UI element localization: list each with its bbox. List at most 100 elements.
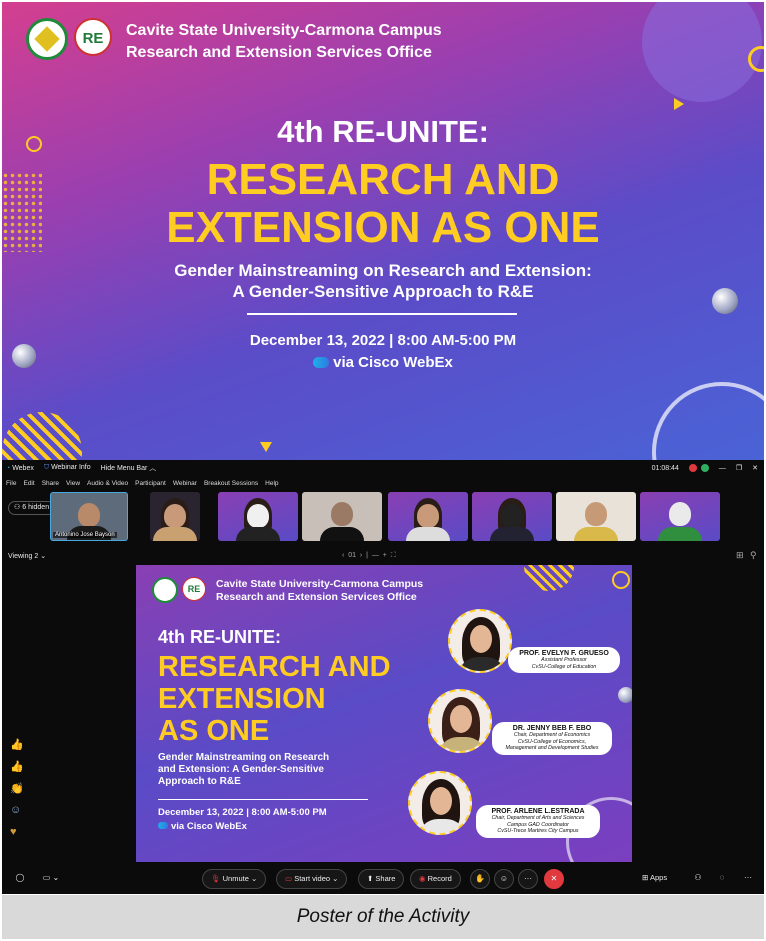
page-number[interactable]: 01 bbox=[348, 552, 356, 559]
more-panels-button[interactable]: ··· bbox=[738, 869, 758, 889]
search-icon[interactable]: ⚲ bbox=[750, 550, 757, 561]
chat-button[interactable]: ◌ bbox=[712, 869, 732, 889]
share-icon: ⬆ bbox=[367, 874, 374, 883]
record-button[interactable]: ◉ Record bbox=[410, 869, 461, 889]
participants-button[interactable]: ⚇ bbox=[688, 869, 708, 889]
poster-via-text: via Cisco WebEx bbox=[333, 354, 453, 371]
menu-edit[interactable]: Edit bbox=[23, 480, 34, 487]
university-logo bbox=[26, 18, 68, 60]
decor-stripes bbox=[2, 412, 82, 460]
heart-icon[interactable]: ♥ bbox=[10, 826, 26, 848]
video-off-icon: ▭ bbox=[285, 874, 293, 883]
apps-button[interactable]: ⊞ Apps bbox=[634, 869, 675, 889]
poster-divider bbox=[247, 313, 517, 315]
menu-participant[interactable]: Participant bbox=[135, 480, 166, 487]
meeting-timer: 01:08:44 bbox=[651, 464, 679, 472]
image-caption: Poster of the Activity bbox=[2, 895, 764, 939]
re-logo: RE bbox=[182, 577, 206, 601]
speaker-name: DR. JENNY BEB F. EBO bbox=[512, 725, 592, 732]
speaker-card: DR. JENNY BEB F. EBO Chair, Department o… bbox=[492, 722, 612, 755]
participant-strip: ⚇ 6 hidden Antonino Jose Bayson bbox=[2, 491, 764, 543]
raise-hand-button[interactable]: ✋ bbox=[470, 869, 490, 889]
app-name: Webex bbox=[12, 464, 34, 472]
smile-icon[interactable]: ☺ bbox=[10, 804, 26, 826]
more-options-button[interactable]: ··· bbox=[518, 869, 538, 889]
speaker-name: PROF. EVELYN F. GRUESO bbox=[519, 650, 609, 657]
menu-share[interactable]: Share bbox=[42, 480, 59, 487]
hide-menu-bar-button[interactable]: Hide Menu Bar ︿ bbox=[101, 463, 157, 473]
speaker-affiliation: CvSU-College of Education bbox=[531, 663, 597, 670]
viewing-selector[interactable]: Viewing 2 ⌄ bbox=[8, 552, 46, 560]
avatar bbox=[78, 503, 100, 527]
person-icon: ⚇ bbox=[14, 504, 21, 511]
leave-meeting-button[interactable]: ✕ bbox=[544, 869, 564, 889]
restore-button[interactable]: ❐ bbox=[736, 464, 742, 472]
participant-thumbnail[interactable] bbox=[556, 492, 636, 541]
webinar-info-button[interactable]: ⛉ Webinar Info bbox=[44, 464, 91, 472]
fullscreen-icon[interactable]: ⛶ bbox=[391, 552, 396, 559]
menu-breakout-sessions[interactable]: Breakout Sessions bbox=[204, 480, 258, 487]
menu-view[interactable]: View bbox=[66, 480, 80, 487]
webex-window: ◔ Webex ⛉ Webinar Info Hide Menu Bar ︿ 0… bbox=[2, 460, 764, 894]
menu-webinar[interactable]: Webinar bbox=[173, 480, 197, 487]
unmute-button[interactable]: 🎙 Unmute ⌄ bbox=[202, 869, 267, 889]
chevron-right-icon[interactable]: › bbox=[360, 552, 362, 559]
participant-thumbnail[interactable] bbox=[472, 492, 552, 541]
mic-muted-icon: 🎙 bbox=[211, 874, 221, 883]
decor-triangle bbox=[674, 98, 684, 110]
close-window-button[interactable]: ✕ bbox=[752, 464, 758, 472]
thumbs-up-icon[interactable]: 👍 bbox=[10, 738, 26, 760]
webex-app-label[interactable]: ◔ Webex bbox=[6, 465, 34, 472]
participant-thumbnail-self[interactable]: Antonino Jose Bayson bbox=[50, 492, 128, 541]
start-video-label: Start video bbox=[294, 874, 331, 883]
webex-icon bbox=[158, 822, 168, 829]
poster-subtitle-line2: A Gender-Sensitive Approach to R&E bbox=[232, 282, 534, 301]
menu-help[interactable]: Help bbox=[265, 480, 278, 487]
unmute-label: Unmute bbox=[222, 874, 249, 883]
clap-icon[interactable]: 👏 bbox=[10, 782, 26, 804]
reactions-column: 👍 👍 👏 ☺ ♥ bbox=[10, 738, 26, 848]
chat-options-button[interactable]: ▭ ⌄ bbox=[38, 869, 64, 889]
participant-thumbnail[interactable] bbox=[640, 492, 720, 541]
poster-header-line1: Cavite State University-Carmona Campus bbox=[126, 22, 442, 39]
webex-icon: ◔ bbox=[6, 464, 11, 472]
slide-main-title-line3: AS ONE bbox=[158, 715, 270, 747]
menu-file[interactable]: File bbox=[6, 480, 16, 487]
reaction-button[interactable]: ◯ bbox=[10, 869, 30, 889]
slide-platform: via Cisco WebEx bbox=[158, 821, 247, 832]
speaker-name: PROF. ARLENE L.ESTRADA bbox=[491, 808, 585, 815]
chevron-left-icon[interactable]: ‹ bbox=[342, 552, 344, 559]
chevron-down-icon: ⌄ bbox=[40, 553, 47, 560]
thumbs-up-icon[interactable]: 👍 bbox=[10, 760, 26, 782]
participant-thumbnail[interactable] bbox=[150, 492, 200, 541]
share-button[interactable]: ⬆ Share bbox=[358, 869, 405, 889]
slide-subtitle-line2: and Extension: A Gender-Sensitive bbox=[158, 764, 324, 775]
speaker-role: Chair, Department of Arts and Sciences bbox=[491, 815, 585, 821]
webinar-info-label: Webinar Info bbox=[51, 464, 91, 471]
slide-date: December 13, 2022 | 8:00 AM-5:00 PM bbox=[158, 807, 327, 818]
speaker-photo bbox=[448, 609, 512, 673]
start-video-button[interactable]: ▭ Start video ⌄ bbox=[276, 869, 348, 889]
hidden-participants-button[interactable]: ⚇ 6 hidden bbox=[8, 501, 56, 515]
menu-audio-video[interactable]: Audio & Video bbox=[87, 480, 128, 487]
title-bar: ◔ Webex ⛉ Webinar Info Hide Menu Bar ︿ 0… bbox=[2, 460, 764, 476]
participant-thumbnail[interactable] bbox=[388, 492, 468, 541]
poster-banner: RE Cavite State University-Carmona Campu… bbox=[2, 2, 764, 460]
minimize-button[interactable]: — bbox=[719, 465, 726, 472]
poster-subtitle-line1: Gender Mainstreaming on Research and Ext… bbox=[174, 261, 592, 280]
decor-ring bbox=[612, 571, 630, 589]
participant-thumbnail[interactable] bbox=[218, 492, 298, 541]
zoom-divider: | bbox=[366, 552, 368, 559]
layout-grid-icon[interactable]: ⊞ bbox=[736, 550, 744, 561]
avatar bbox=[669, 502, 691, 526]
reactions-button[interactable]: ☺ bbox=[494, 869, 514, 889]
decor-circle bbox=[642, 2, 762, 102]
menu-bar: File Edit Share View Audio & Video Parti… bbox=[2, 477, 279, 489]
webex-icon bbox=[313, 357, 330, 368]
slide-pager: ‹ 01 › | — + ⛶ bbox=[342, 552, 396, 560]
slide-header-line2: Research and Extension Services Office bbox=[216, 591, 417, 603]
zoom-in-icon[interactable]: + bbox=[383, 552, 387, 559]
participant-thumbnail[interactable] bbox=[302, 492, 382, 541]
zoom-out-icon[interactable]: — bbox=[372, 552, 379, 559]
speaker-affiliation-detail: Management and Development Studies bbox=[505, 745, 599, 751]
